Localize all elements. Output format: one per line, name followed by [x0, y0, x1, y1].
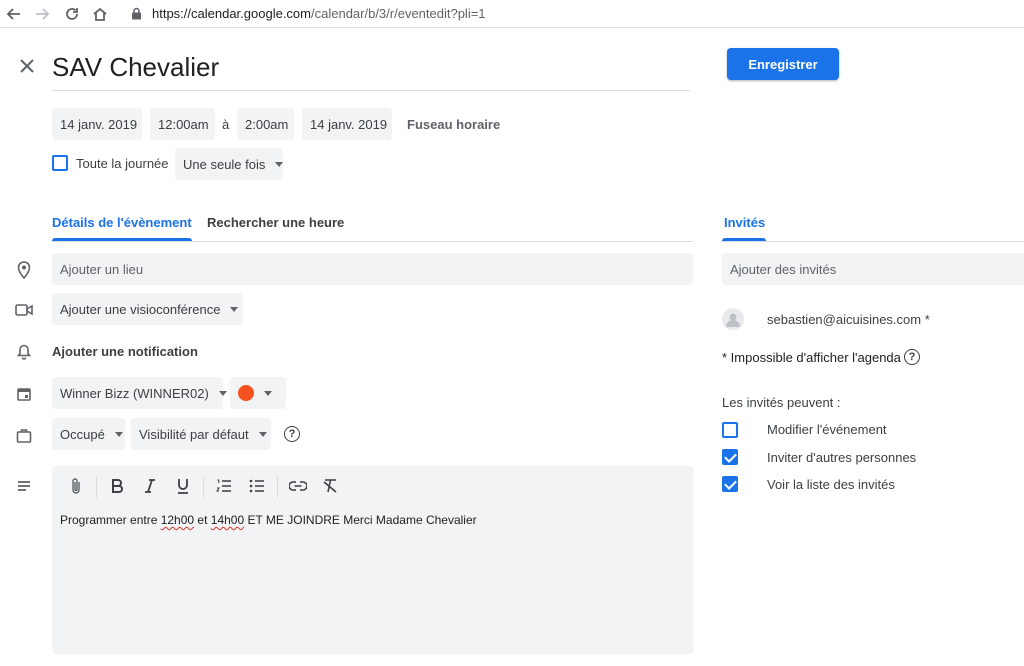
tabs-divider [52, 241, 693, 242]
bold-icon[interactable] [107, 476, 127, 496]
repeat-dropdown[interactable]: Une seule fois [175, 148, 284, 180]
end-time-picker[interactable]: 2:00am [237, 108, 294, 140]
guest-permissions-title: Les invités peuvent : [722, 395, 841, 410]
visibility-value: Visibilité par défaut [139, 426, 249, 442]
chevron-down-icon [264, 390, 272, 396]
start-date-picker[interactable]: 14 janv. 2019 [52, 108, 142, 140]
help-icon[interactable]: ? [904, 349, 920, 365]
calendar-unavailable-note: * Impossible d'afficher l'agenda [722, 350, 901, 365]
permission-see-guest-list-label: Voir la liste des invités [767, 477, 895, 492]
reload-icon[interactable] [62, 4, 82, 24]
numbered-list-icon[interactable] [214, 476, 234, 496]
to-label: à [222, 117, 230, 132]
save-button[interactable]: Enregistrer [727, 48, 839, 80]
availability-value: Occupé [60, 426, 105, 442]
description-editor[interactable]: Programmer entre 12h00 et 14h00 ET ME JO… [52, 466, 693, 654]
location-pin-icon [14, 260, 34, 280]
calendar-select[interactable]: Winner Bizz (WINNER02) [52, 377, 227, 409]
video-camera-icon [14, 300, 34, 320]
all-day-label: Toute la journée [76, 156, 169, 171]
description-part: Programmer entre [60, 513, 161, 527]
chevron-down-icon [114, 431, 123, 437]
tab-find-time[interactable]: Rechercher une heure [207, 215, 344, 230]
color-swatch [238, 385, 254, 401]
permission-see-guest-list-checkbox[interactable] [722, 476, 738, 492]
close-icon[interactable] [16, 55, 38, 77]
visibility-select[interactable]: Visibilité par défaut [131, 418, 271, 450]
timezone-button[interactable]: Fuseau horaire [407, 117, 500, 132]
clear-formatting-icon[interactable] [320, 476, 340, 496]
lock-icon[interactable] [131, 7, 142, 25]
toolbar-separator [203, 476, 204, 498]
tab-event-details[interactable]: Détails de l'évènement [52, 215, 192, 230]
conference-label: Ajouter une visioconférence [60, 301, 221, 317]
bulleted-list-icon[interactable] [247, 476, 267, 496]
description-text[interactable]: Programmer entre 12h00 et 14h00 ET ME JO… [60, 513, 477, 527]
event-color-select[interactable] [230, 377, 286, 409]
add-guests-input[interactable]: Ajouter des invités [722, 253, 1024, 285]
address-bar[interactable]: https://calendar.google.com/calendar/b/3… [152, 6, 486, 21]
chevron-down-icon [275, 161, 284, 167]
add-conference-dropdown[interactable]: Ajouter une visioconférence [52, 293, 243, 325]
permission-invite-others-checkbox[interactable] [722, 449, 738, 465]
spellcheck-word: 14h00 [210, 513, 245, 527]
browser-toolbar: https://calendar.google.com/calendar/b/3… [0, 0, 1024, 28]
help-icon[interactable]: ? [284, 426, 300, 442]
chevron-down-icon [258, 431, 267, 437]
calendar-value: Winner Bizz (WINNER02) [60, 385, 209, 401]
chevron-down-icon [218, 390, 227, 396]
url-host: https://calendar.google.com [152, 6, 311, 21]
link-icon[interactable] [288, 476, 308, 496]
paperclip-icon[interactable] [66, 476, 86, 496]
italic-icon[interactable] [140, 476, 160, 496]
calendar-icon [14, 384, 34, 404]
url-path: /calendar/b/3/r/eventedit?pli=1 [311, 6, 486, 21]
title-underline [52, 90, 690, 91]
guest-avatar [722, 308, 744, 330]
permission-invite-others-label: Inviter d'autres personnes [767, 450, 917, 465]
spellcheck-word: 12h00 [160, 513, 195, 527]
forward-arrow-icon[interactable] [32, 4, 52, 24]
description-lines-icon [14, 476, 34, 496]
location-input[interactable]: Ajouter un lieu [52, 253, 693, 285]
start-time-picker[interactable]: 12:00am [150, 108, 215, 140]
permission-modify-event-checkbox[interactable] [722, 422, 738, 438]
availability-select[interactable]: Occupé [52, 418, 125, 450]
repeat-value: Une seule fois [183, 156, 266, 172]
guest-email[interactable]: sebastien@aicuisines.com * [767, 312, 930, 327]
all-day-checkbox[interactable] [52, 155, 68, 171]
bell-icon [14, 342, 34, 362]
end-date-picker[interactable]: 14 janv. 2019 [302, 108, 392, 140]
permission-modify-event-label: Modifier l'événement [767, 422, 887, 437]
tab-guests[interactable]: Invités [724, 215, 765, 230]
back-arrow-icon[interactable] [4, 4, 24, 24]
home-icon[interactable] [90, 4, 110, 24]
description-part: et [194, 513, 211, 527]
guests-divider [722, 241, 1024, 242]
underline-icon[interactable] [173, 476, 193, 496]
description-part: ET ME JOINDRE Merci Madame Chevalier [244, 513, 477, 527]
chevron-down-icon [230, 306, 239, 312]
add-notification-button[interactable]: Ajouter une notification [52, 344, 198, 359]
toolbar-separator [96, 476, 97, 498]
event-title-input[interactable]: SAV Chevalier [52, 52, 219, 83]
toolbar-separator [277, 476, 278, 498]
briefcase-icon [14, 425, 34, 445]
